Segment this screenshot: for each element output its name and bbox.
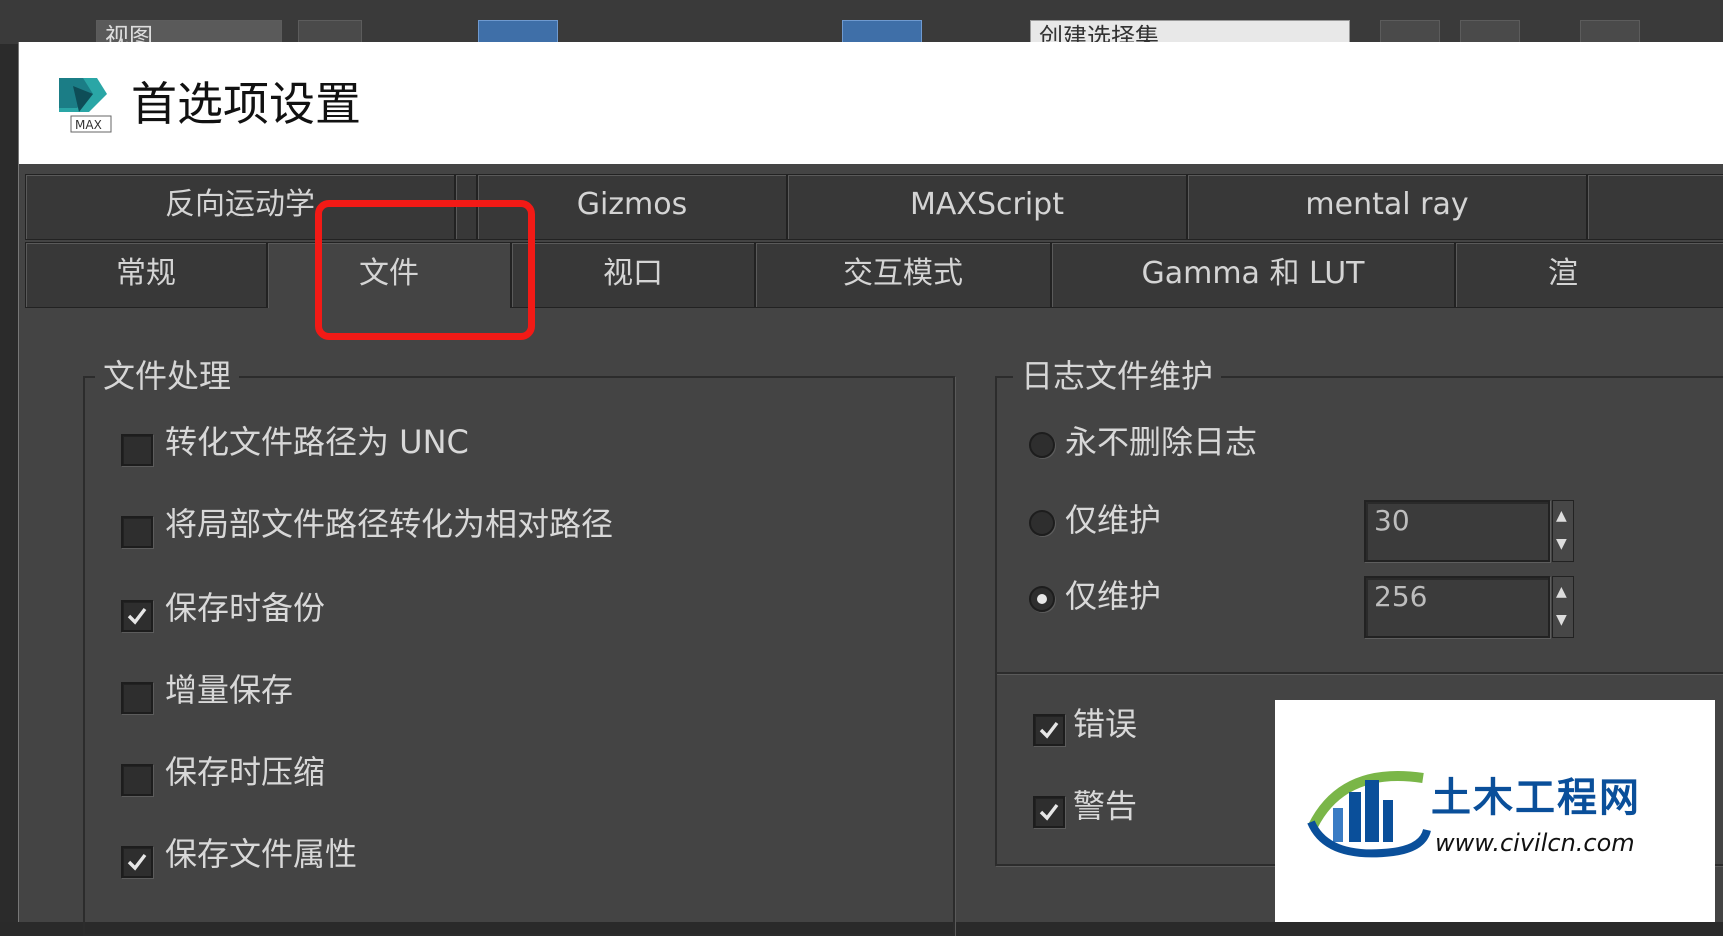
- increment-save-checkbox[interactable]: [121, 682, 153, 714]
- keep-size-spinner[interactable]: ▲ ▼: [1552, 576, 1574, 638]
- backup-on-save-label: 保存时备份: [165, 589, 326, 627]
- tab-label: MAXScript: [910, 187, 1064, 222]
- tab-viewports[interactable]: 视口: [511, 242, 755, 308]
- tab-mental-ray[interactable]: mental ray: [1187, 174, 1587, 240]
- mirror-button[interactable]: [1380, 20, 1440, 44]
- save-file-properties-label: 保存文件属性: [165, 835, 358, 873]
- file-handling-title: 文件处理: [95, 356, 240, 396]
- tab-label: 视口: [603, 256, 663, 291]
- watermark: 土木工程网 www.civilcn.com: [1275, 700, 1715, 922]
- keep-days-input[interactable]: 30: [1364, 500, 1550, 562]
- keep-days-spinner[interactable]: ▲ ▼: [1552, 500, 1574, 562]
- relative-path-checkbox[interactable]: [121, 516, 153, 548]
- view-dropdown[interactable]: 视图: [96, 20, 282, 44]
- tab-rendering[interactable]: 渲: [1455, 242, 1723, 308]
- toolbar-button[interactable]: [298, 20, 362, 44]
- log-maintenance-title: 日志文件维护: [1013, 356, 1222, 396]
- tab-next[interactable]: [1587, 174, 1723, 240]
- highlight-annotation: [315, 200, 535, 340]
- dialog-title: 首选项设置: [131, 77, 361, 131]
- warnings-checkbox[interactable]: [1033, 796, 1065, 828]
- compress-on-save-label: 保存时压缩: [165, 753, 326, 791]
- errors-label: 错误: [1073, 705, 1138, 743]
- warnings-label: 警告: [1073, 787, 1138, 825]
- unc-path-checkbox[interactable]: [121, 434, 153, 466]
- tab-label: 反向运动学: [165, 187, 315, 222]
- tab-interaction-mode[interactable]: 交互模式: [755, 242, 1051, 308]
- side-glyph: ▕: [0, 124, 18, 159]
- checkmark-icon: [127, 607, 147, 625]
- keep-size-radio[interactable]: [1029, 586, 1055, 612]
- radio-selected-dot: [1037, 594, 1047, 604]
- tab-gamma-lut[interactable]: Gamma 和 LUT: [1051, 242, 1455, 308]
- civilcn-logo-icon: [1307, 771, 1431, 858]
- tab-label: Gamma 和 LUT: [1141, 256, 1365, 291]
- unc-path-label: 转化文件路径为 UNC: [165, 423, 469, 461]
- left-side-panel: ▕: [0, 44, 19, 922]
- save-file-properties-checkbox[interactable]: [121, 846, 153, 878]
- window-crossing-button[interactable]: [842, 20, 922, 44]
- checkmark-icon: [1039, 721, 1059, 739]
- checkmark-icon: [127, 853, 147, 871]
- svg-text:MAX: MAX: [75, 118, 102, 132]
- tab-label: 渲: [1548, 256, 1578, 291]
- 3dsmax-logo-icon: MAX: [49, 72, 113, 136]
- watermark-name: 土木工程网: [1431, 775, 1641, 821]
- keep-days-label: 仅维护: [1065, 501, 1162, 539]
- tab-general[interactable]: 常规: [25, 242, 267, 308]
- compress-on-save-checkbox[interactable]: [121, 764, 153, 796]
- tab-label: 交互模式: [843, 256, 963, 291]
- spinner-down-icon: ▼: [1556, 612, 1567, 628]
- keep-size-label: 仅维护: [1065, 577, 1162, 615]
- backup-on-save-checkbox[interactable]: [121, 600, 153, 632]
- group-divider: [997, 672, 1723, 674]
- never-delete-label: 永不删除日志: [1065, 423, 1258, 461]
- selection-set-label: 创建选择集: [1039, 23, 1159, 44]
- tab-label: mental ray: [1305, 187, 1469, 222]
- layer-button[interactable]: [1580, 20, 1640, 44]
- increment-save-label: 增量保存: [165, 671, 294, 709]
- keep-size-input[interactable]: 256: [1364, 576, 1550, 638]
- align-button[interactable]: [1460, 20, 1520, 44]
- tab-maxscript[interactable]: MAXScript: [787, 174, 1187, 240]
- watermark-url: www.civilcn.com: [1435, 829, 1635, 857]
- tab-label: 常规: [116, 256, 176, 291]
- select-object-button[interactable]: [478, 20, 558, 44]
- keep-days-radio[interactable]: [1029, 510, 1055, 536]
- checkmark-icon: [1039, 803, 1059, 821]
- view-dropdown-label: 视图: [105, 23, 153, 44]
- errors-checkbox[interactable]: [1033, 714, 1065, 746]
- dialog-titlebar[interactable]: MAX 首选项设置: [19, 42, 1723, 164]
- relative-path-label: 将局部文件路径转化为相对路径: [165, 505, 614, 543]
- selection-set-input[interactable]: 创建选择集: [1030, 20, 1350, 44]
- tab-label: Gizmos: [576, 187, 688, 222]
- spinner-up-icon: ▲: [1556, 508, 1567, 524]
- spinner-down-icon: ▼: [1556, 536, 1567, 552]
- never-delete-radio[interactable]: [1029, 432, 1055, 458]
- app-toolbar: 视图 创建选择集: [0, 0, 1723, 44]
- spinner-up-icon: ▲: [1556, 584, 1567, 600]
